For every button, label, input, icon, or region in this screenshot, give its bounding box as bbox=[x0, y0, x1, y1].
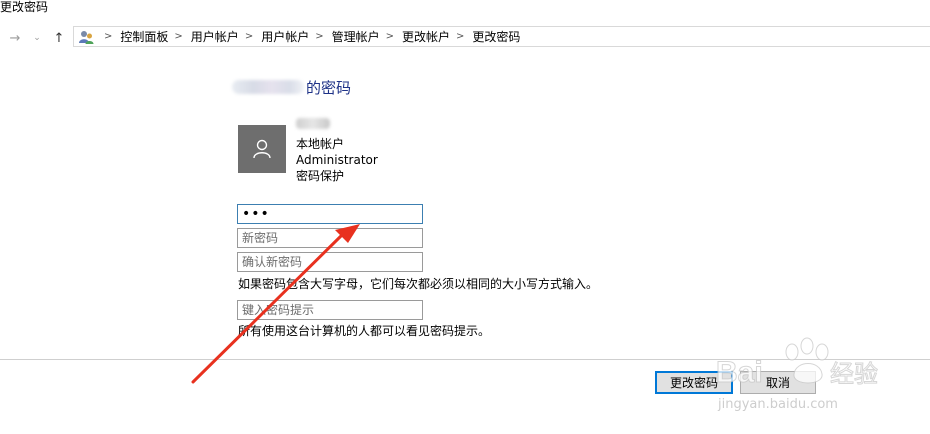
breadcrumb-item-user-accounts[interactable]: 用户帐户 bbox=[191, 28, 239, 45]
breadcrumb-separator-icon: > bbox=[174, 31, 183, 42]
annotation-arrow-icon bbox=[191, 224, 360, 384]
password-hint-input[interactable] bbox=[237, 300, 423, 320]
page-heading: 的密码 bbox=[232, 76, 351, 98]
account-role-label: Administrator bbox=[296, 153, 378, 167]
password-protection-label: 密码保护 bbox=[296, 169, 345, 183]
breadcrumb-separator-icon: > bbox=[104, 31, 113, 42]
up-arrow-icon[interactable]: ↑ bbox=[50, 28, 68, 48]
breadcrumb-item-user-accounts-2[interactable]: 用户帐户 bbox=[261, 28, 309, 45]
watermark-brand-suffix: 经验 bbox=[830, 360, 878, 388]
breadcrumb-item-change-account[interactable]: 更改帐户 bbox=[402, 28, 450, 45]
change-password-button[interactable]: 更改密码 bbox=[655, 371, 733, 394]
blurred-account-name bbox=[232, 80, 304, 94]
user-silhouette-icon bbox=[253, 139, 271, 159]
breadcrumb-separator-icon: > bbox=[315, 31, 324, 42]
watermark-url: jingyan.baidu.com bbox=[717, 397, 838, 412]
blurred-username bbox=[296, 118, 330, 129]
current-password-input[interactable] bbox=[237, 204, 423, 224]
breadcrumb-item-change-password[interactable]: 更改密码 bbox=[472, 28, 520, 45]
breadcrumb-item-control-panel[interactable]: 控制面板 bbox=[120, 28, 168, 45]
case-sensitivity-note: 如果密码包含大写字母，它们每次都必须以相同的大小写方式输入。 bbox=[238, 277, 599, 291]
new-password-input[interactable] bbox=[237, 228, 423, 248]
address-bar[interactable]: > 控制面板 > 用户帐户 > 用户帐户 > 管理帐户 > 更改帐户 > 更改密… bbox=[73, 26, 930, 47]
control-panel-users-icon bbox=[78, 29, 94, 45]
confirm-password-input[interactable] bbox=[237, 252, 423, 272]
breadcrumb-separator-icon: > bbox=[244, 31, 254, 42]
cancel-button[interactable]: 取消 bbox=[740, 371, 816, 394]
recent-locations-chevron-icon[interactable]: ⌄ bbox=[30, 28, 44, 48]
avatar bbox=[238, 125, 286, 173]
breadcrumb-separator-icon: > bbox=[456, 31, 465, 42]
account-type-label: 本地帐户 bbox=[296, 137, 345, 151]
hint-visibility-note: 所有使用这台计算机的人都可以看见密码提示。 bbox=[238, 324, 491, 338]
breadcrumb-separator-icon: > bbox=[385, 31, 395, 42]
breadcrumb-item-manage-accounts[interactable]: 管理帐户 bbox=[332, 28, 380, 45]
window-title: 更改密码 bbox=[0, 0, 49, 14]
page-title: 的密码 bbox=[306, 78, 352, 97]
footer-divider bbox=[0, 359, 930, 360]
forward-arrow-icon[interactable]: → bbox=[6, 28, 24, 48]
